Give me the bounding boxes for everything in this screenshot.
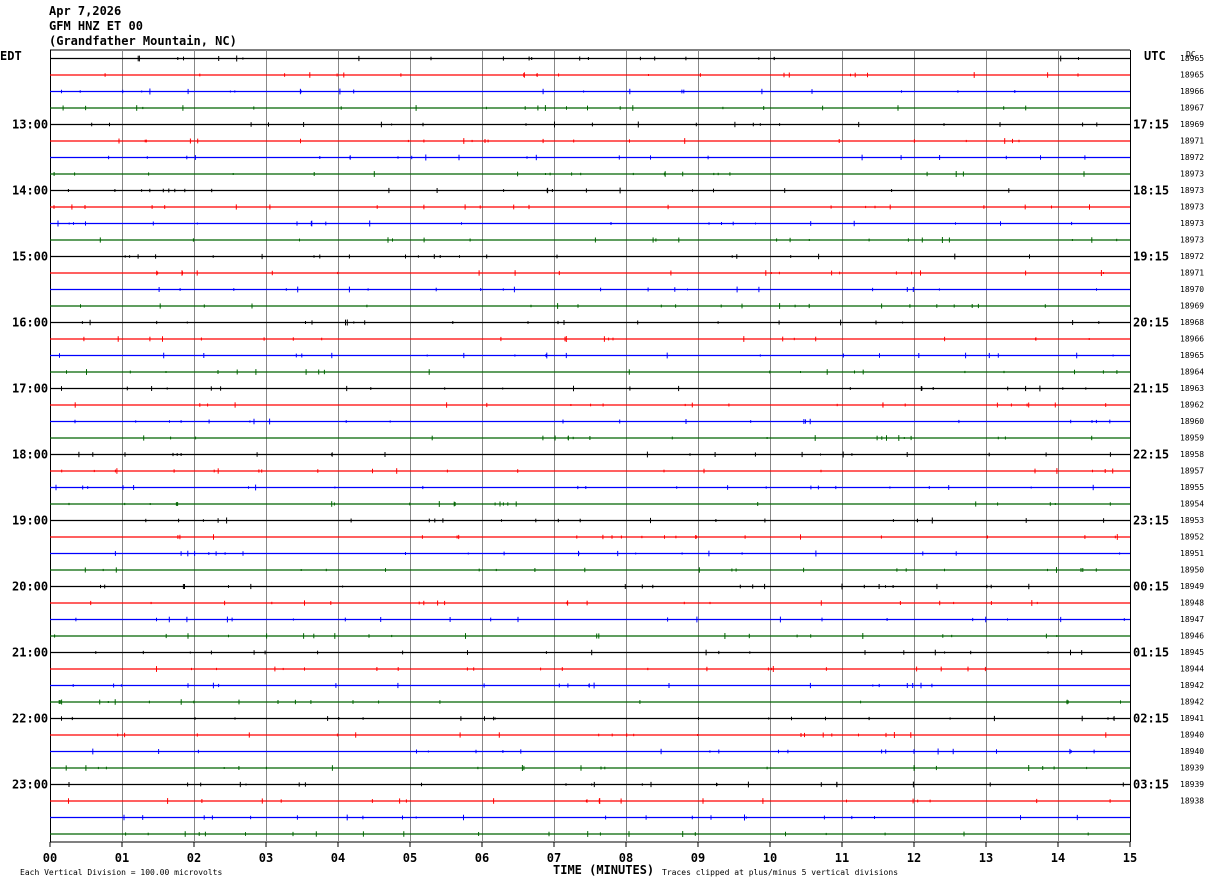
dc-offset-label: 18969 [1180,302,1204,311]
right-hour-label: 03:15 [1133,778,1169,792]
dc-offset-label: 18952 [1180,533,1204,542]
dc-offset-label: 18973 [1180,186,1204,195]
dc-offset-label: 18955 [1180,483,1204,492]
x-tick-label: 05 [403,851,417,865]
dc-offset-label: 18973 [1180,203,1204,212]
x-axis-title: TIME (MINUTES) [553,863,654,877]
left-hour-label: 13:00 [12,118,48,132]
left-hour-label: 21:00 [12,646,48,660]
dc-offset-label: 18939 [1180,780,1204,789]
dc-offset-label: 18949 [1180,582,1204,591]
dc-offset-label: 18968 [1180,318,1204,327]
dc-offset-label: 18973 [1180,170,1204,179]
dc-offset-label: 18960 [1180,417,1204,426]
left-hour-label: 19:00 [12,514,48,528]
right-hour-label: 17:15 [1133,118,1169,132]
dc-offset-label: 18939 [1180,764,1204,773]
dc-offset-label: 18969 [1180,120,1204,129]
x-tick-label: 12 [907,851,921,865]
x-axis-ticks: 00 01 02 03 04 05 06 07 08 09 10 11 12 13 14 15 [43,842,1137,865]
dc-offset-label: 18942 [1180,681,1204,690]
dc-offset-label: 18950 [1180,566,1204,575]
x-tick-label: 10 [763,851,777,865]
right-hour-label: 20:15 [1133,316,1169,330]
right-hour-label: 22:15 [1133,448,1169,462]
dc-offset-label: 18972 [1180,252,1204,261]
right-hour-labels: 17:15 18:15 19:15 20:15 21:15 22:15 23:15 00:15… [1133,118,1169,792]
x-tick-label: 14 [1051,851,1065,865]
dc-offset-label: 18947 [1180,615,1204,624]
x-tick-label: 04 [331,851,345,865]
dc-offset-label: 18951 [1180,549,1204,558]
dc-offset-labels: 18965 18965 18966 18967 18969 18971 18972 18973… [1180,54,1204,806]
x-tick-label: 06 [475,851,489,865]
left-hour-label: 17:00 [12,382,48,396]
dc-offset-label: 18964 [1180,368,1204,377]
dc-header-label: DC [1186,50,1196,59]
dc-offset-label: 18970 [1180,285,1204,294]
dc-offset-label: 18973 [1180,236,1204,245]
right-hour-label: 23:15 [1133,514,1169,528]
dc-offset-label: 18940 [1180,747,1204,756]
dc-offset-label: 18941 [1180,714,1204,723]
left-hour-label: 23:00 [12,778,48,792]
left-hour-label: 20:00 [12,580,48,594]
left-hour-label: 14:00 [12,184,48,198]
dc-offset-label: 18948 [1180,599,1204,608]
left-hour-label: 15:00 [12,250,48,264]
dc-offset-label: 18973 [1180,219,1204,228]
right-hour-label: 02:15 [1133,712,1169,726]
right-timezone-label: UTC [1144,49,1166,63]
dc-offset-label: 18965 [1180,71,1204,80]
dc-offset-label: 18954 [1180,500,1204,509]
dc-offset-label: 18959 [1180,434,1204,443]
left-timezone-label: EDT [0,49,22,63]
x-tick-label: 00 [43,851,57,865]
left-hour-labels: 13:00 14:00 15:00 16:00 17:00 18:00 19:00 20:00… [12,118,48,792]
dc-offset-label: 18966 [1180,87,1204,96]
left-hour-label: 22:00 [12,712,48,726]
helicorder-plot: 13:00 14:00 15:00 16:00 17:00 18:00 19:00 20:00… [0,49,1204,877]
scale-note: Each Vertical Division = 100.00 microvol… [20,868,222,877]
dc-offset-label: 18958 [1180,450,1204,459]
dc-offset-label: 18965 [1180,351,1204,360]
left-hour-label: 18:00 [12,448,48,462]
x-tick-label: 01 [115,851,129,865]
grid-lines [50,49,1131,843]
right-hour-label: 01:15 [1133,646,1169,660]
dc-offset-label: 18967 [1180,104,1204,113]
dc-offset-label: 18962 [1180,401,1204,410]
seismic-traces [50,55,1130,837]
dc-offset-label: 18944 [1180,665,1204,674]
dc-offset-label: 18940 [1180,731,1204,740]
dc-offset-label: 18953 [1180,516,1204,525]
dc-offset-label: 18971 [1180,137,1204,146]
dc-offset-label: 18972 [1180,153,1204,162]
dc-offset-label: 18957 [1180,467,1204,476]
x-tick-label: 02 [187,851,201,865]
right-hour-label: 19:15 [1133,250,1169,264]
x-tick-label: 11 [835,851,849,865]
right-hour-label: 18:15 [1133,184,1169,198]
clip-note: Traces clipped at plus/minus 5 vertical … [662,868,898,877]
dc-offset-label: 18963 [1180,384,1204,393]
x-tick-label: 03 [259,851,273,865]
dc-offset-label: 18966 [1180,335,1204,344]
dc-offset-label: 18971 [1180,269,1204,278]
right-hour-label: 21:15 [1133,382,1169,396]
left-hour-label: 16:00 [12,316,48,330]
dc-offset-label: 18938 [1180,797,1204,806]
dc-offset-label: 18942 [1180,698,1204,707]
dc-offset-label: 18945 [1180,648,1204,657]
dc-offset-label: 18946 [1180,632,1204,641]
x-tick-label: 15 [1123,851,1137,865]
x-tick-label: 09 [691,851,705,865]
x-tick-label: 13 [979,851,993,865]
right-hour-label: 00:15 [1133,580,1169,594]
